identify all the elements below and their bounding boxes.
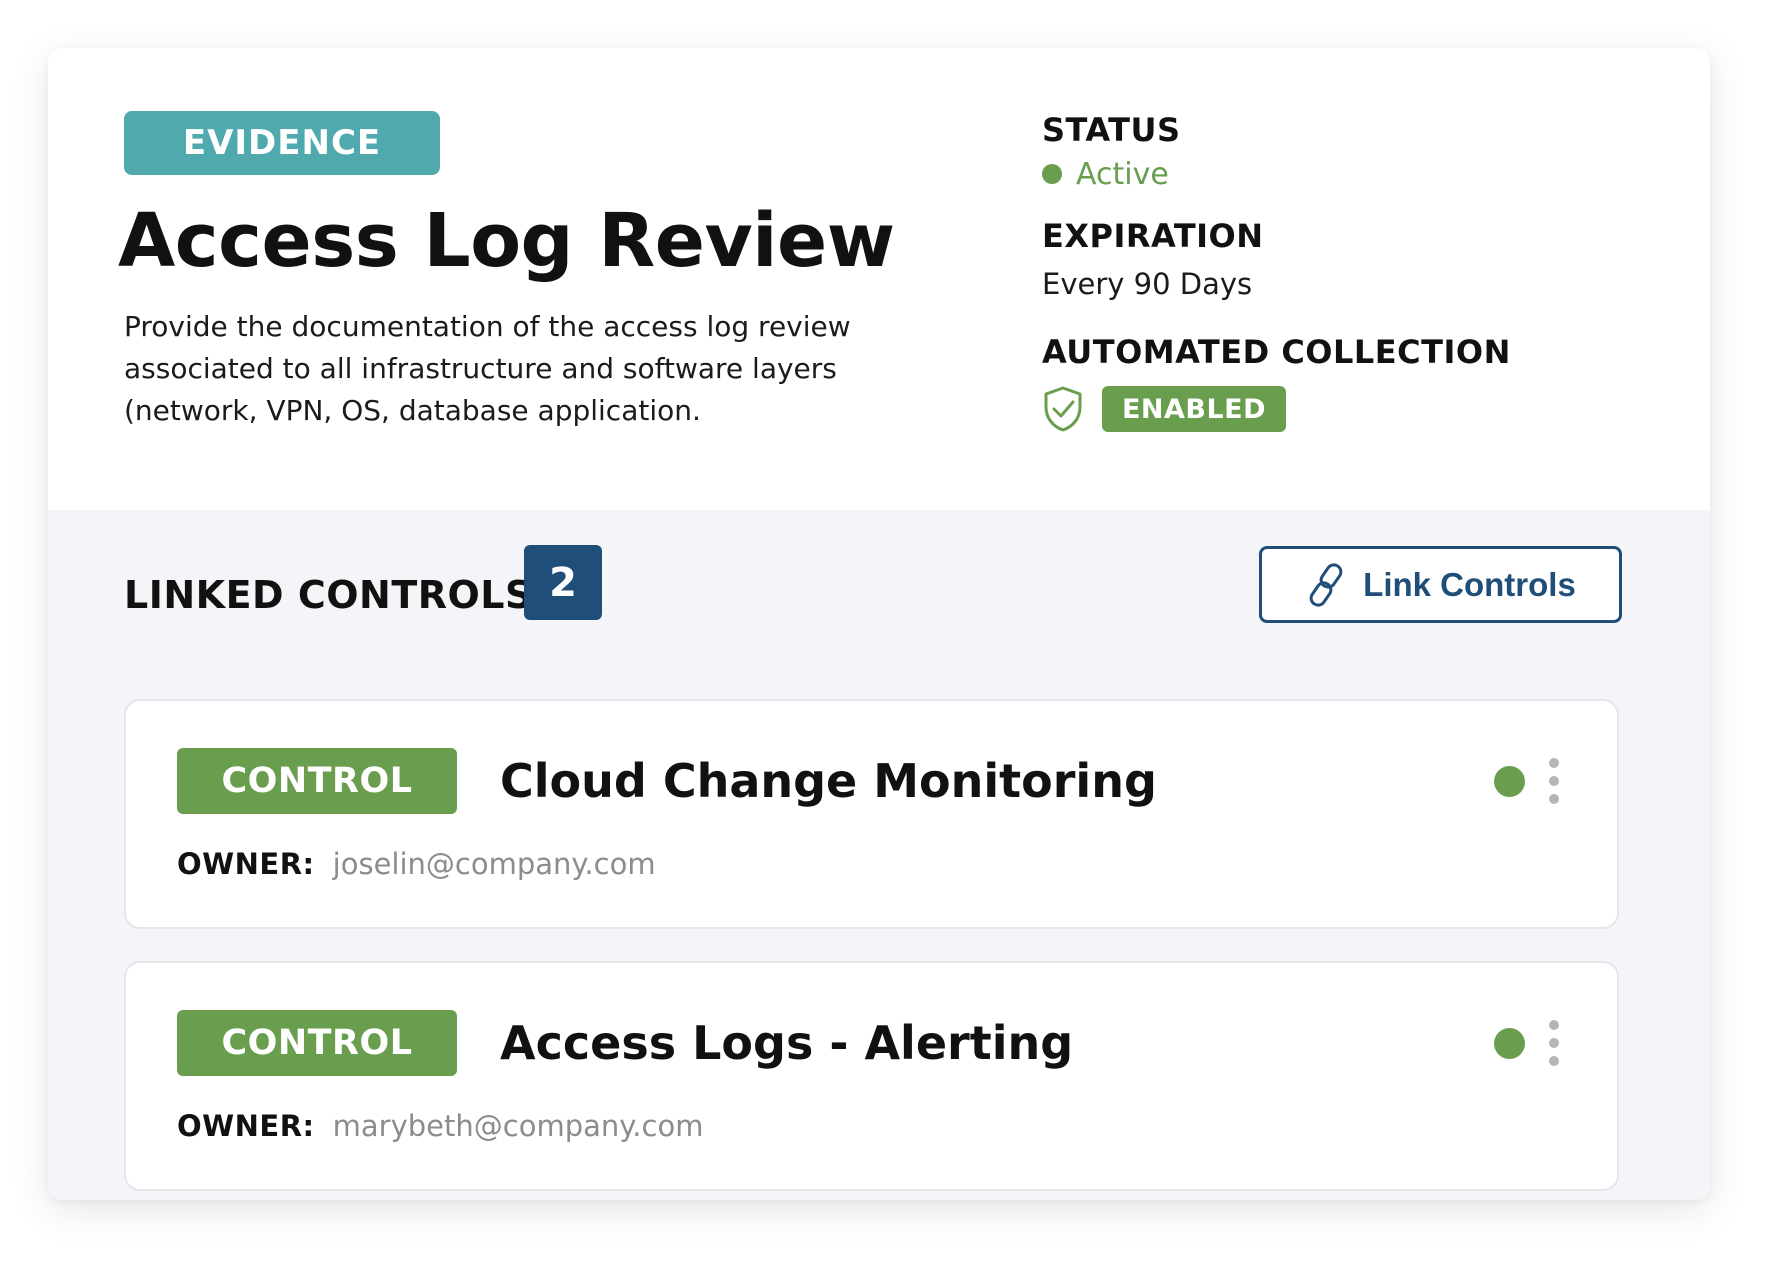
evidence-meta: STATUS Active EXPIRATION Every 90 Days A… [1042,110,1642,432]
evidence-header: EVIDENCE Access Log Review Provide the d… [48,48,1710,510]
link-controls-button[interactable]: Link Controls [1259,546,1622,623]
owner-label: OWNER: [177,847,315,881]
owner-email: joselin@company.com [332,847,656,881]
control-tag: CONTROL [177,1010,457,1076]
link-controls-label: Link Controls [1363,565,1576,603]
owner-email: marybeth@company.com [332,1109,704,1143]
control-owner: OWNER: marybeth@company.com [177,1109,703,1143]
evidence-tag: EVIDENCE [124,111,440,175]
control-card[interactable]: CONTROL Access Logs - Alerting OWNER: ma… [124,961,1619,1191]
owner-label: OWNER: [177,1109,315,1143]
link-icon [1309,562,1343,607]
expiration-label: EXPIRATION [1042,217,1264,255]
control-status-dot-icon [1494,1028,1525,1059]
automated-collection-badge: ENABLED [1102,386,1286,432]
evidence-description: Provide the documentation of the access … [124,310,851,427]
status-label: STATUS [1042,111,1181,149]
control-status-dot-icon [1494,766,1525,797]
expiration-value: Every 90 Days [1042,267,1253,301]
automated-collection-label: AUTOMATED COLLECTION [1042,333,1511,371]
status-dot-icon [1042,164,1062,184]
status-value: Active [1076,156,1169,192]
evidence-title: Access Log Review [118,198,895,284]
evidence-card: EVIDENCE Access Log Review Provide the d… [48,48,1710,1200]
control-card[interactable]: CONTROL Cloud Change Monitoring OWNER: j… [124,699,1619,929]
automated-collection-row: ENABLED [1042,386,1642,432]
control-title[interactable]: Access Logs - Alerting [500,1013,1073,1073]
control-tag: CONTROL [177,748,457,814]
linked-controls-title: LINKED CONTROLS [124,573,533,617]
shield-check-icon [1044,386,1082,432]
linked-controls-section: LINKED CONTROLS 2 Link Controls CONTROL … [48,510,1710,1200]
more-options-icon[interactable] [1536,756,1572,808]
status-row: Active [1042,156,1642,192]
more-options-icon[interactable] [1536,1018,1572,1070]
control-title[interactable]: Cloud Change Monitoring [500,751,1157,811]
linked-controls-count: 2 [524,545,602,620]
control-owner: OWNER: joselin@company.com [177,847,656,881]
